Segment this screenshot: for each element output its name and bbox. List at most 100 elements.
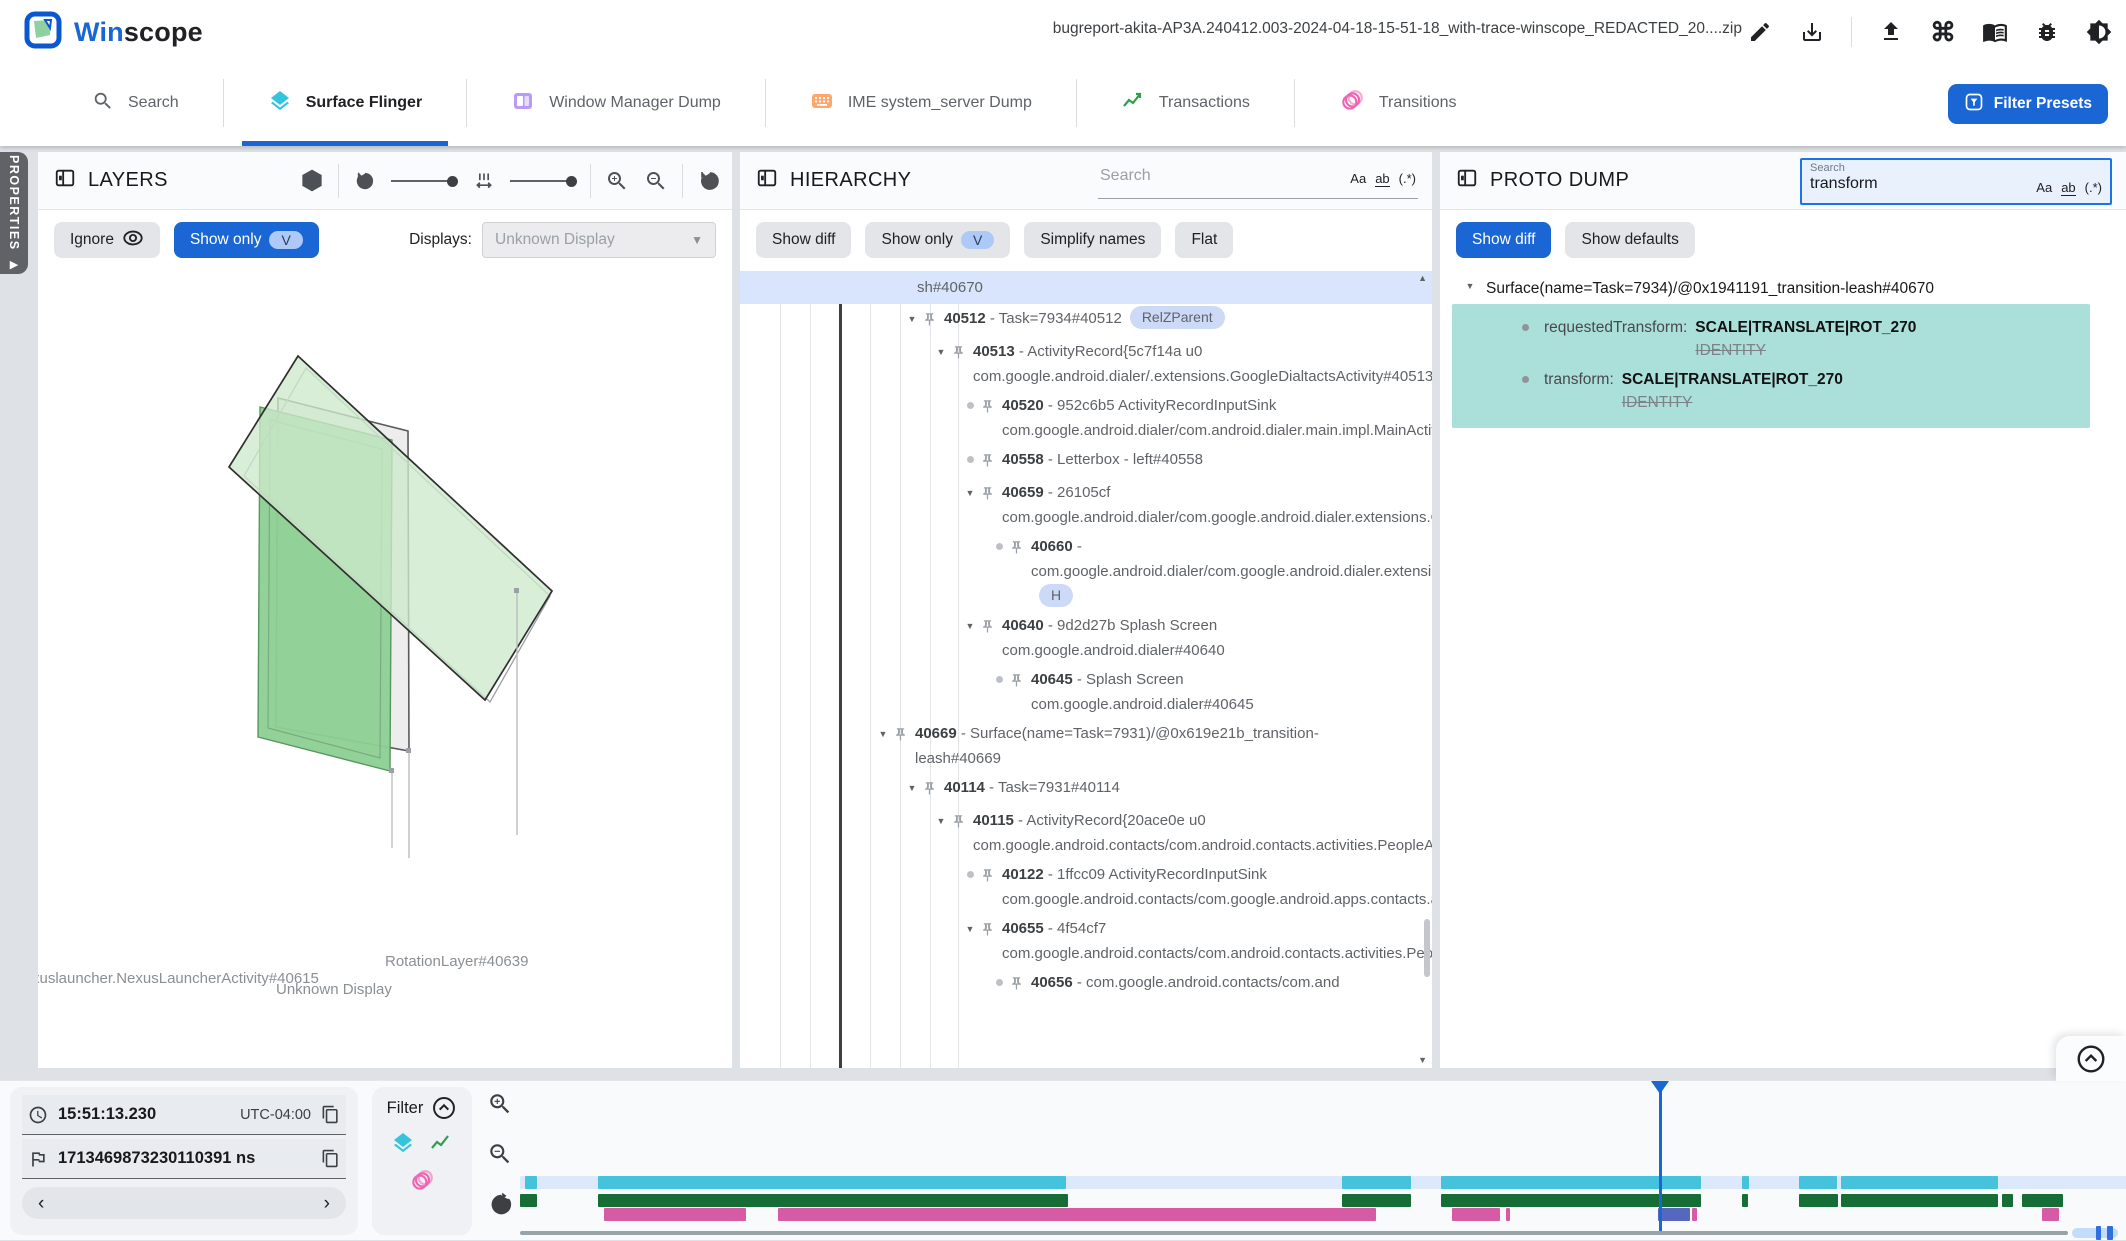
zoom-in-icon[interactable] <box>604 168 630 194</box>
tab-ime-system-server-dump[interactable]: IME system_server Dump <box>766 60 1076 146</box>
shortcuts-icon[interactable]: ⌘ <box>1930 19 1956 45</box>
pin-icon[interactable] <box>951 339 973 368</box>
pin-icon[interactable] <box>980 916 1002 945</box>
collapse-arrow-icon[interactable]: ▼ <box>960 480 980 506</box>
properties-drawer-tab[interactable]: PROPERTIES ▶ <box>0 152 28 274</box>
tree-row[interactable]: 40122 - 1ffcc09 ActivityRecordInputSink … <box>740 860 1432 914</box>
collapse-arrow-icon[interactable]: ▼ <box>873 721 893 747</box>
trace-segment[interactable] <box>1342 1194 1411 1207</box>
scroll-up-icon[interactable]: ▲ <box>1418 273 1427 283</box>
flat-button[interactable]: Flat <box>1175 222 1233 258</box>
reset-view-icon[interactable] <box>696 168 722 194</box>
proto-root-node[interactable]: ▼ Surface(name=Task=7934)/@0x1941191_tra… <box>1440 270 2126 304</box>
timeline-scrollbar[interactable] <box>520 1231 2068 1235</box>
simplify-names-button[interactable]: Simplify names <box>1024 222 1161 258</box>
match-case-icon[interactable]: Aa <box>2036 180 2052 196</box>
trace-segment[interactable] <box>2022 1194 2063 1207</box>
trace-segment[interactable] <box>598 1176 1066 1189</box>
collapse-arrow-icon[interactable]: ▼ <box>902 306 922 332</box>
download-icon[interactable] <box>1799 19 1825 45</box>
zoom-range-handle[interactable] <box>2107 1226 2113 1240</box>
transactions-track[interactable] <box>520 1194 2126 1207</box>
cube-3d-icon[interactable] <box>299 168 325 194</box>
trace-segment[interactable] <box>604 1208 746 1221</box>
pin-icon[interactable] <box>922 306 944 335</box>
collapse-arrow-icon[interactable]: ▼ <box>931 339 951 365</box>
show-diff-button[interactable]: Show diff <box>756 222 851 258</box>
trace-segment[interactable] <box>525 1176 537 1189</box>
tab-transactions[interactable]: Transactions <box>1077 60 1294 146</box>
collapse-arrow-icon[interactable]: ▼ <box>902 775 922 801</box>
edit-icon[interactable] <box>1747 19 1773 45</box>
trace-segment[interactable] <box>1742 1176 1749 1189</box>
transitions-track[interactable] <box>520 1208 2126 1221</box>
rotation-slider[interactable] <box>391 176 458 187</box>
tree-row-continuation[interactable]: sh#40670 <box>740 271 1432 304</box>
pin-icon[interactable] <box>1009 970 1031 999</box>
tree-row[interactable]: 40645 - Splash Screen com.google.android… <box>740 665 1432 719</box>
proto-property[interactable]: requestedTransform: SCALE|TRANSLATE|ROT_… <box>1452 312 2080 364</box>
timeline-cursor[interactable] <box>1659 1083 1662 1235</box>
match-regex-icon[interactable]: (.*) <box>1399 171 1416 187</box>
hierarchy-tree[interactable]: sh#40670▼40512 - Task=7934#40512RelZPare… <box>740 271 1432 1068</box>
match-word-icon[interactable]: ab <box>2061 180 2075 196</box>
pin-icon[interactable] <box>980 447 1002 476</box>
displays-dropdown[interactable]: Unknown Display ▼ <box>482 222 716 258</box>
collapse-arrow-icon[interactable]: ▼ <box>1462 280 1478 291</box>
pin-icon[interactable] <box>922 775 944 804</box>
tree-row[interactable]: ▼40640 - 9d2d27b Splash Screen com.googl… <box>740 611 1432 665</box>
trace-segment[interactable] <box>598 1194 1068 1207</box>
pin-icon[interactable] <box>980 862 1002 891</box>
trace-segment[interactable] <box>2042 1208 2059 1221</box>
trace-segment[interactable] <box>1452 1208 1500 1221</box>
layers-3d-scene[interactable]: RotationLayer#40639 xuslauncher.NexusLau… <box>38 270 732 1068</box>
tree-row[interactable]: 40656 - com.google.android.contacts/com.… <box>740 968 1432 1001</box>
tree-row[interactable]: ▼40513 - ActivityRecord{5c7f14a u0 com.g… <box>740 337 1432 391</box>
tree-row[interactable]: 40558 - Letterbox - left#40558 <box>740 445 1432 478</box>
scrollbar-thumb[interactable] <box>1424 919 1430 977</box>
scroll-down-icon[interactable]: ▼ <box>1418 1055 1427 1065</box>
hierarchy-search-input[interactable]: Search Aa ab (.*) <box>1098 161 1418 203</box>
collapse-arrow-icon[interactable]: ▼ <box>960 916 980 942</box>
tree-row[interactable]: ▼40669 - Surface(name=Task=7931)/@0x619e… <box>740 719 1432 773</box>
trace-segment[interactable] <box>1799 1194 1838 1207</box>
timeline-cursor-handle[interactable] <box>1651 1081 1669 1094</box>
show-only-visible-button[interactable]: Show only V <box>865 222 1010 258</box>
collapse-arrow-icon[interactable]: ▼ <box>960 613 980 639</box>
trace-segment[interactable] <box>1441 1176 1701 1189</box>
trace-segment[interactable] <box>1692 1208 1697 1221</box>
trace-segment[interactable] <box>1441 1194 1701 1207</box>
dark-mode-icon[interactable] <box>2086 19 2112 45</box>
tab-surface-flinger[interactable]: Surface Flinger <box>224 60 466 146</box>
pin-icon[interactable] <box>980 480 1002 509</box>
tree-row[interactable]: ▼40655 - 4f54cf7 com.google.android.cont… <box>740 914 1432 968</box>
trace-segment[interactable] <box>520 1194 537 1207</box>
trace-segment[interactable] <box>1841 1176 1998 1189</box>
pin-icon[interactable] <box>951 808 973 837</box>
trace-segment[interactable] <box>778 1208 1376 1221</box>
tab-search[interactable]: Search <box>48 60 223 146</box>
proto-search-input[interactable]: Search transform Aa ab (.*) <box>1800 158 2112 205</box>
pin-icon[interactable] <box>1009 534 1031 563</box>
surface-flinger-track[interactable] <box>520 1176 2126 1189</box>
tree-row[interactable]: ▼40115 - ActivityRecord{20ace0e u0 com.g… <box>740 806 1432 860</box>
zoom-range-handle[interactable] <box>2096 1226 2101 1240</box>
bug-report-icon[interactable] <box>2034 19 2060 45</box>
zoom-out-icon[interactable] <box>643 168 669 194</box>
tab-transitions[interactable]: Transitions <box>1295 60 1501 146</box>
trace-segment[interactable] <box>1506 1208 1510 1221</box>
tree-row[interactable]: ▼40512 - Task=7934#40512RelZParent <box>740 304 1432 337</box>
pin-icon[interactable] <box>893 721 915 750</box>
tab-window-manager-dump[interactable]: Window Manager Dump <box>467 60 765 146</box>
pin-icon[interactable] <box>980 393 1002 422</box>
tree-row[interactable]: 40520 - 952c6b5 ActivityRecordInputSink … <box>740 391 1432 445</box>
trace-segment[interactable] <box>1799 1176 1837 1189</box>
proto-property[interactable]: transform: SCALE|TRANSLATE|ROT_270 IDENT… <box>1452 364 2080 416</box>
selected-trace-segment[interactable] <box>1658 1208 1690 1221</box>
collapse-timeline-button[interactable] <box>2056 1036 2126 1081</box>
match-word-icon[interactable]: ab <box>1375 171 1389 187</box>
spacing-slider[interactable] <box>510 176 577 187</box>
collapse-arrow-icon[interactable]: ▼ <box>931 808 951 834</box>
show-diff-button[interactable]: Show diff <box>1456 222 1551 258</box>
pin-icon[interactable] <box>1009 667 1031 696</box>
